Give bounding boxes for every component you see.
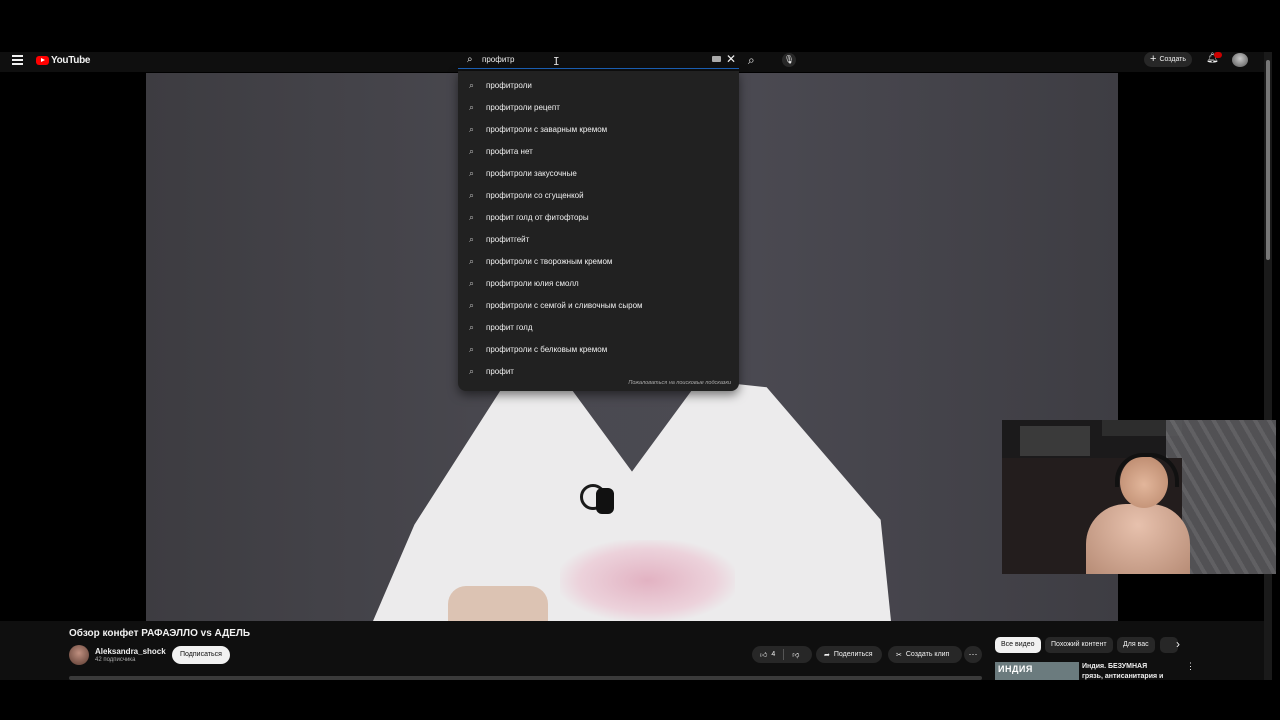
video-frame-hand (448, 586, 548, 621)
account-avatar[interactable] (1232, 53, 1248, 67)
chip-related[interactable]: Похожий контент (1045, 637, 1113, 653)
mic-button[interactable]: 🎙︎ (782, 53, 796, 67)
suggestion-item[interactable]: ⌕ профитроли с белковым кремом (458, 339, 739, 361)
search-icon: ⌕ (469, 278, 475, 288)
suggestion-item[interactable]: ⌕ профитроли (458, 75, 739, 97)
search-icon: ⌕ (469, 102, 475, 112)
like-icon[interactable]: 👍︎ (760, 650, 767, 659)
text-cursor-icon: I (553, 55, 560, 68)
chevron-right-icon[interactable]: › (1176, 637, 1180, 651)
search-icon: ⌕ (469, 80, 475, 90)
report-suggestions-link[interactable]: Пожаловаться на поисковые подсказки (628, 380, 731, 386)
cam-background-window (1020, 426, 1090, 456)
search-icon: ⌕ (469, 366, 475, 376)
create-label: Создать (1159, 56, 1187, 63)
youtube-play-icon (36, 56, 49, 65)
search-icon: ⌕ (748, 53, 755, 67)
search-icon: ⌕ (469, 256, 475, 266)
search-icon: ⌕ (469, 234, 475, 244)
search-icon: ⌕ (469, 300, 475, 310)
suggestion-item[interactable]: ⌕ профитроли с заварным кремом (458, 119, 739, 141)
suggestion-item[interactable]: ⌕ профит голд от фитофторы (458, 207, 739, 229)
search-input[interactable]: ⌕ профитр ✕ (458, 52, 739, 69)
recommendation-title[interactable]: Индия. БЕЗУМНАЯ грязь, антисанитария и х… (1082, 662, 1168, 680)
suggestion-item[interactable]: ⌕ профитроли со сгущенкой (458, 185, 739, 207)
subscribe-button[interactable]: Подписаться (172, 646, 230, 664)
suggestion-item[interactable]: ⌕ профитроли с семгой и сливочным сыром (458, 295, 739, 317)
suggestion-item[interactable]: ⌕ профитгейт (458, 229, 739, 251)
search-icon: ⌕ (469, 168, 475, 178)
thumbnail-text: ИНДИЯ (998, 664, 1033, 674)
chip-all-videos[interactable]: Все видео (995, 637, 1041, 653)
more-icon: ⋯ (968, 649, 978, 659)
video-frame-lav-mic-body (596, 488, 614, 514)
cam-person-body (1086, 504, 1190, 574)
comments-divider (69, 676, 982, 680)
suggestion-item[interactable]: ⌕ профит голд (458, 317, 739, 339)
youtube-logo[interactable]: YouTube (36, 55, 91, 66)
webcam-overlay (1002, 420, 1276, 574)
dislike-icon[interactable]: 👎︎ (792, 650, 799, 659)
scrollbar-thumb[interactable] (1266, 60, 1270, 260)
close-icon[interactable]: ✕ (726, 52, 736, 66)
search-icon: ⌕ (469, 146, 475, 156)
search-icon: ⌕ (469, 322, 475, 332)
share-label: Поделиться (833, 651, 873, 658)
keyboard-icon[interactable] (712, 56, 721, 62)
like-count[interactable]: 4 (771, 651, 775, 658)
create-button[interactable]: + Создать (1144, 52, 1193, 67)
more-actions-button[interactable]: ⋯ (964, 646, 982, 663)
suggestion-item[interactable]: ⌕ профитроли рецепт (458, 97, 739, 119)
clip-label: Создать клип (905, 651, 950, 658)
share-button[interactable]: ➦ Поделиться (816, 646, 882, 663)
mic-icon: 🎙︎ (783, 55, 795, 64)
search-icon: ⌕ (469, 344, 475, 354)
search-query[interactable]: профитр (482, 55, 514, 64)
search-icon: ⌕ (467, 54, 473, 65)
channel-avatar[interactable] (69, 645, 89, 665)
video-frame-print (560, 540, 735, 621)
suggestion-item[interactable]: ⌕ профитроли с творожным кремом (458, 251, 739, 273)
search-suggestions: ⌕ профитроли ⌕ профитроли рецепт ⌕ профитро… (458, 71, 739, 391)
menu-icon[interactable] (12, 55, 23, 65)
suggestion-item[interactable]: ⌕ профитроли юлия смолл (458, 273, 739, 295)
search-button[interactable]: ⌕ (748, 53, 755, 68)
like-dislike-group: 👍︎ 4 👎︎ (752, 646, 812, 663)
suggestion-item[interactable]: ⌕ профита нет (458, 141, 739, 163)
subscriber-count: 42 подписчика (95, 657, 136, 663)
chip-for-you[interactable]: Для вас (1117, 637, 1155, 653)
notification-badge (1214, 52, 1222, 58)
divider (783, 649, 785, 660)
logo-text: YouTube (51, 55, 91, 66)
suggestion-item[interactable]: ⌕ профитроли закусочные (458, 163, 739, 185)
search-icon: ⌕ (469, 212, 475, 222)
clip-button[interactable]: ✂ Создать клип (888, 646, 962, 663)
more-vert-icon[interactable]: ⋮ (1186, 661, 1195, 672)
plus-icon: + (1150, 53, 1157, 65)
video-title: Обзор конфет РАФАЭЛЛО vs АДЕЛЬ (69, 628, 251, 639)
share-icon: ➦ (824, 651, 830, 659)
scissors-icon: ✂ (896, 651, 902, 659)
recommendation-thumbnail[interactable]: ИНДИЯ (995, 662, 1079, 680)
search-icon: ⌕ (469, 190, 475, 200)
search-icon: ⌕ (469, 124, 475, 134)
channel-name[interactable]: Aleksandra_shock (95, 647, 166, 656)
